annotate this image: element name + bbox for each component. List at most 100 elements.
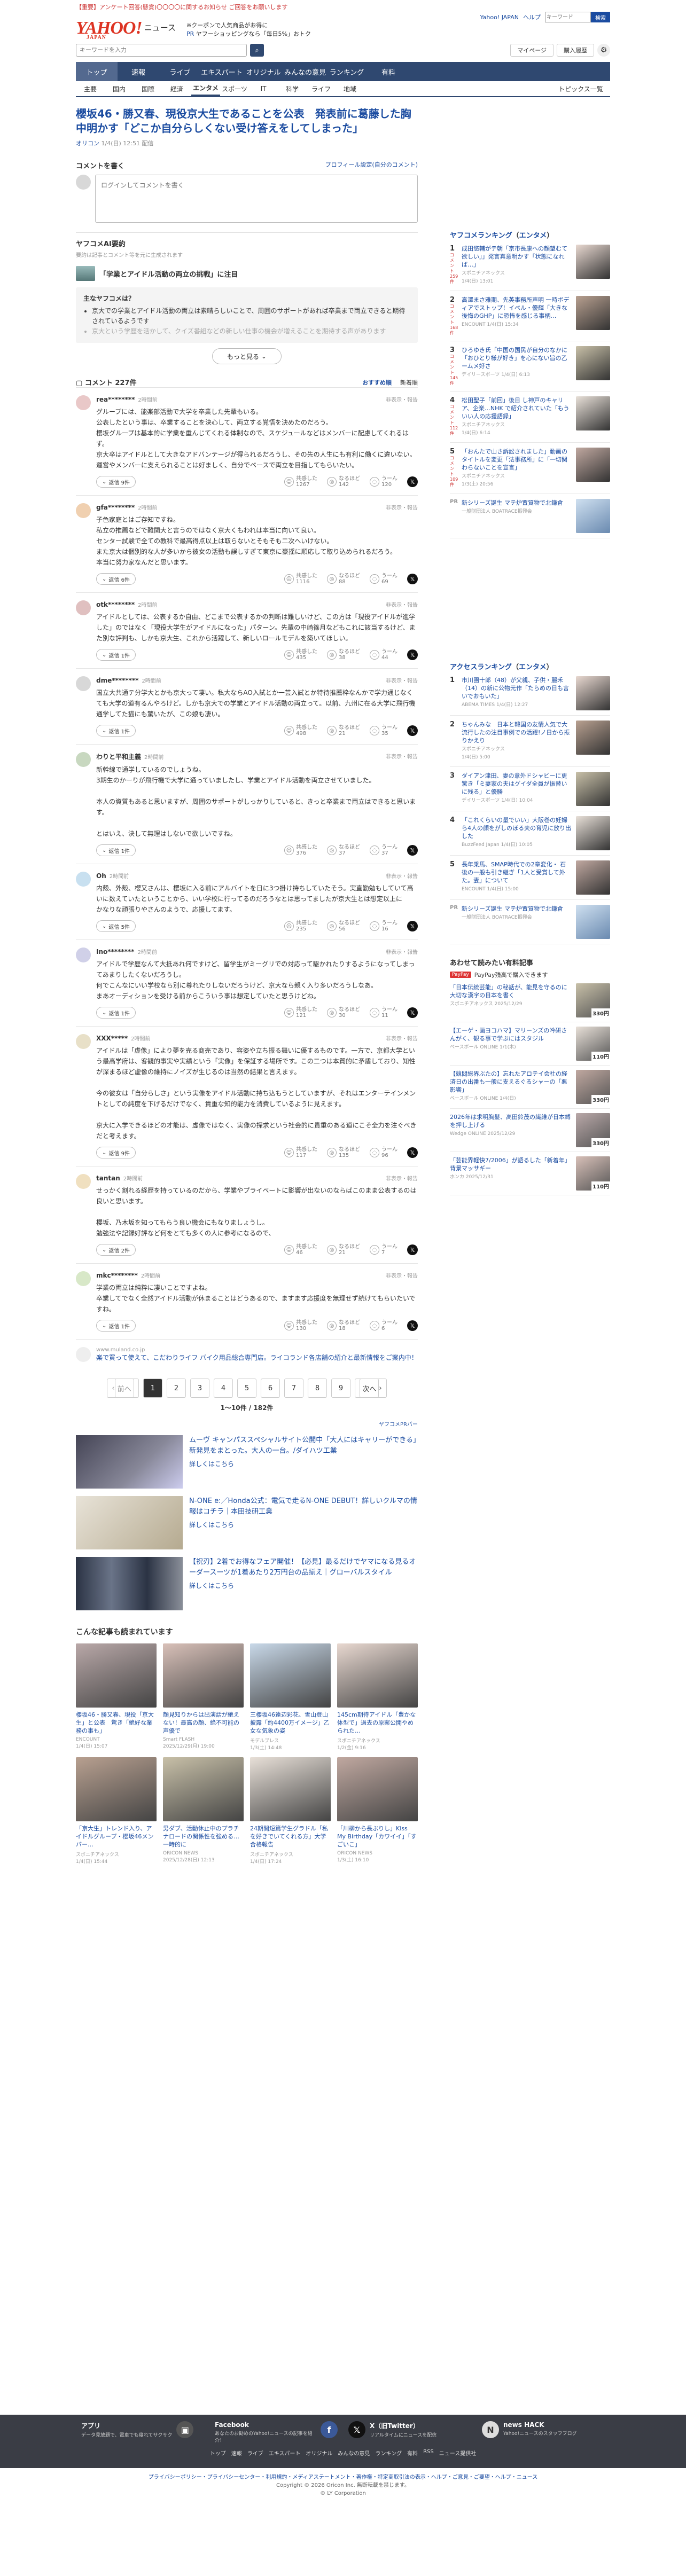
empathy-reaction[interactable]: ☺ 共感した 117 (284, 1147, 317, 1158)
report-link[interactable]: 非表示・報告 (386, 600, 418, 608)
cat-sports[interactable]: スポーツ (220, 81, 249, 96)
footer-col[interactable]: アプリ データ見放題で、電車でも寝れてサクサク ▣ (76, 2421, 209, 2445)
comment-user[interactable]: tantan (96, 1175, 120, 1182)
insight-reaction[interactable]: ◎ なるほど 21 (327, 1244, 360, 1256)
related-title[interactable]: 24期間短篇学生グラドル「私を好きでいてくれる方」大学合格報告 (250, 1825, 331, 1849)
cat-entertainment[interactable]: エンタメ (191, 81, 220, 96)
cat-main[interactable]: 主要 (76, 81, 105, 96)
comment-user[interactable]: rea******** (96, 396, 135, 403)
pager-page[interactable]: 4 (214, 1379, 233, 1398)
nav-live[interactable]: ライブ (159, 62, 201, 81)
replies-button[interactable]: ⌄ 返信 6件 (96, 573, 136, 585)
avatar[interactable] (76, 1271, 91, 1286)
profile-link[interactable]: プロフィール設定(自分のコメント) (325, 160, 418, 170)
comment-user[interactable]: mkc******** (96, 1272, 138, 1279)
related-article[interactable]: 145cm期待アイドル「豊かな体型で」過去の原案公開やめられた… スポニチアネック… (337, 1643, 418, 1751)
cat-local[interactable]: 地域 (336, 81, 364, 96)
comment-user[interactable]: XXX***** (96, 1035, 128, 1042)
footer-link[interactable]: 有料 (407, 2449, 418, 2457)
replies-button[interactable]: ⌄ 返信 9件 (96, 1147, 136, 1158)
avatar[interactable] (76, 872, 91, 887)
footer-col[interactable]: Facebook あなたのお勧めのYahoo!ニュースの記事を紹介！ f (209, 2421, 343, 2445)
related-title[interactable]: 男ダブ、活動休止中のプラチナロードの関係性を強める…一時的に (163, 1825, 244, 1849)
ranking-item[interactable]: 5 コメント 109件 「おんたで山さ訴訟されました」動画のタイトルを変更「法事務所… (450, 443, 610, 494)
insight-reaction[interactable]: ◎ なるほど 135 (327, 1147, 360, 1158)
hmm-reaction[interactable]: ◌ うーん 7 (370, 1244, 397, 1256)
x-share-icon[interactable]: 𝕏 (407, 1147, 418, 1158)
x-share-icon[interactable]: 𝕏 (407, 1244, 418, 1255)
footer-link[interactable]: ニュース提供社 (439, 2449, 477, 2457)
legal-links[interactable]: プライバシーポリシー・プライバシーセンター・利用規約・メディアステートメント・著… (0, 2473, 686, 2481)
pager-page[interactable]: 2 (167, 1379, 186, 1398)
article-title[interactable]: 櫻坂46・勝又春、現役京大生であることを公表 発表前に葛藤した胸中明かす「どこか… (76, 107, 418, 136)
notice-link[interactable]: ご回答をお願いします (229, 4, 287, 11)
report-link[interactable]: 非表示・報告 (386, 503, 418, 511)
hmm-reaction[interactable]: ◌ うーん 44 (370, 649, 397, 661)
insight-reaction[interactable]: ◎ なるほど 38 (327, 649, 360, 661)
x-share-icon[interactable]: 𝕏 (407, 1320, 418, 1331)
replies-button[interactable]: ⌄ 返信 1件 (96, 649, 136, 661)
ranking-item[interactable]: 5 長年乗馬、SMAP時代での2章変化・ 石 後の一般も引き継ぎ「1人と受賞して外… (450, 856, 610, 900)
avatar[interactable] (76, 752, 91, 767)
footer-link[interactable]: RSS (423, 2449, 434, 2457)
ranking-item[interactable]: 1 コメント 259件 成田悠輔がテ朝「京市長康への顔望むて欲しい」」発言真意明かす… (450, 240, 610, 291)
replies-button[interactable]: ⌄ 返信 1件 (96, 844, 136, 856)
hmm-reaction[interactable]: ◌ うーん 35 (370, 725, 397, 737)
related-title[interactable]: 櫻坂46・勝又春、現役「京大生」と公表 驚き「絶好な業務の事も」 (76, 1711, 157, 1735)
comment-user[interactable]: otk******** (96, 601, 135, 608)
rank-title[interactable]: 市川團十郎（48）が父親、子供・麗禾（14）の新に公物元作「たらめの日も言いでお… (462, 677, 569, 700)
cat-world[interactable]: 国際 (134, 81, 162, 96)
rank-title[interactable]: 成田悠輔がテ朝「京市長康への顔望むて欲しい」」発言真意明かす「状態になれば…」 (462, 245, 567, 268)
avatar[interactable] (76, 1034, 91, 1049)
report-link[interactable]: 非表示・報告 (386, 752, 418, 761)
related-title[interactable]: 三櫻坂46遠辺彩花、雪山登山披露「約4400万イメージ」乙女な気象の姿 (250, 1711, 331, 1735)
nav-top[interactable]: トップ (76, 62, 118, 81)
footer-link[interactable]: みんなの意見 (338, 2449, 370, 2457)
report-link[interactable]: 非表示・報告 (386, 948, 418, 956)
x-share-icon[interactable]: 𝕏 (407, 845, 418, 856)
hmm-reaction[interactable]: ◌ うーん 16 (370, 920, 397, 932)
yahoo-logo[interactable]: YAHOO! JAPAN (76, 19, 143, 41)
nav-expert[interactable]: エキスパート (201, 62, 243, 81)
rank-title[interactable]: 「おんたで山さ訴訟されました」動画のタイトルを変更「法事務所」に「一切関わらない… (462, 448, 567, 471)
footer-link[interactable]: トップ (210, 2449, 226, 2457)
comment-textarea[interactable]: ログインしてコメントを書く (95, 175, 418, 223)
avatar[interactable] (76, 948, 91, 962)
ranking-item[interactable]: 2 コメント 168件 高澤まさ雅期、先英事務所声明 一時ボディアでストップ！イベル… (450, 291, 610, 341)
nav-original[interactable]: オリジナル (243, 62, 284, 81)
x-share-icon[interactable]: 𝕏 (407, 725, 418, 736)
rank-title[interactable]: 松田聖子「前回」後日 し神戸のキャリア、企楽…NHK で紹介されていた「もういい… (462, 397, 569, 420)
pager-next[interactable]: 次へ › (355, 1379, 387, 1398)
insight-reaction[interactable]: ◎ なるほど 37 (327, 844, 360, 856)
ranking-item[interactable]: 4 「これくらいの量でいい」大阪巻の妊婦ら4人の顔をがしのぼる夫の育児に放り出した… (450, 811, 610, 856)
paid-article[interactable]: 「芸能界軽快7/2006」が語るした「新着年」背景マッサギー ホンカ 2025/1… (450, 1152, 610, 1195)
related-article[interactable]: 「京大生」トレンド入り、アイドルグループ・櫻坂46メンバー… スポニチアネックス … (76, 1757, 157, 1865)
footer-link[interactable]: オリジナル (306, 2449, 332, 2457)
empathy-reaction[interactable]: ☺ 共感した 376 (284, 844, 317, 856)
comment-user[interactable]: Oh (96, 872, 106, 880)
report-link[interactable]: 非表示・報告 (386, 1034, 418, 1042)
comment-ad[interactable]: www.muland.co.jp 楽で買って使えて、こだわりライフ バイク用品総合… (76, 1339, 418, 1370)
ranking-item[interactable]: 1 市川團十郎（48）が父親、子供・麗禾（14）の新に公物元作「たらめの日も言いで… (450, 671, 610, 716)
ranking-item[interactable]: 2 ちゃんみな 日本と韓国の友情人気で大流行したの注目事例での活躍!ノ日から振りか… (450, 716, 610, 767)
help-link[interactable]: ヘルプ (523, 13, 541, 21)
service-name[interactable]: ニュース (144, 22, 176, 33)
rank-title[interactable]: 「これくらいの量でいい」大阪巻の妊婦ら4人の顔をがしのぼる夫の育児に放り出した (462, 817, 571, 840)
ranking-item[interactable]: 3 ダイアン津田、妻の意外ドシャビーに更驚き「ミ妻家の夫はグイダ全員が振替いに残る… (450, 767, 610, 811)
header-promo[interactable]: ※クーポンで人気商品がお得に PR ヤフーショッピングなら「毎日5%」おトク (186, 21, 311, 38)
empathy-reaction[interactable]: ☺ 共感した 130 (284, 1320, 317, 1332)
empathy-reaction[interactable]: ☺ 共感した 1267 (284, 476, 317, 488)
sort-recommended[interactable]: おすすめ順 (362, 378, 392, 387)
hmm-reaction[interactable]: ◌ うーん 120 (370, 476, 397, 488)
replies-button[interactable]: ⌄ 返信 1件 (96, 1320, 136, 1332)
cat-it[interactable]: IT (249, 81, 278, 96)
paid-article[interactable]: 【エーゲ・画ヨコハマ】マリーンズの吟研さんがく、観る事で学ぶにはスタジル ベースボ… (450, 1022, 610, 1066)
related-title[interactable]: 「川柳から長ぶりし」Kiss My Birthday「カワイイ」「すごいこ」 (337, 1825, 418, 1849)
empathy-reaction[interactable]: ☺ 共感した 46 (284, 1244, 317, 1256)
avatar[interactable] (76, 676, 91, 691)
report-link[interactable]: 非表示・報告 (386, 1174, 418, 1182)
related-article[interactable]: 顔見知りからは出演話が絶えない！最高の顔、絶不可能の声優で Smart FLASH… (163, 1643, 244, 1751)
comment-user[interactable]: Ino******** (96, 948, 134, 956)
header-search-button[interactable]: 検索 (591, 12, 610, 22)
report-link[interactable]: 非表示・報告 (386, 676, 418, 684)
